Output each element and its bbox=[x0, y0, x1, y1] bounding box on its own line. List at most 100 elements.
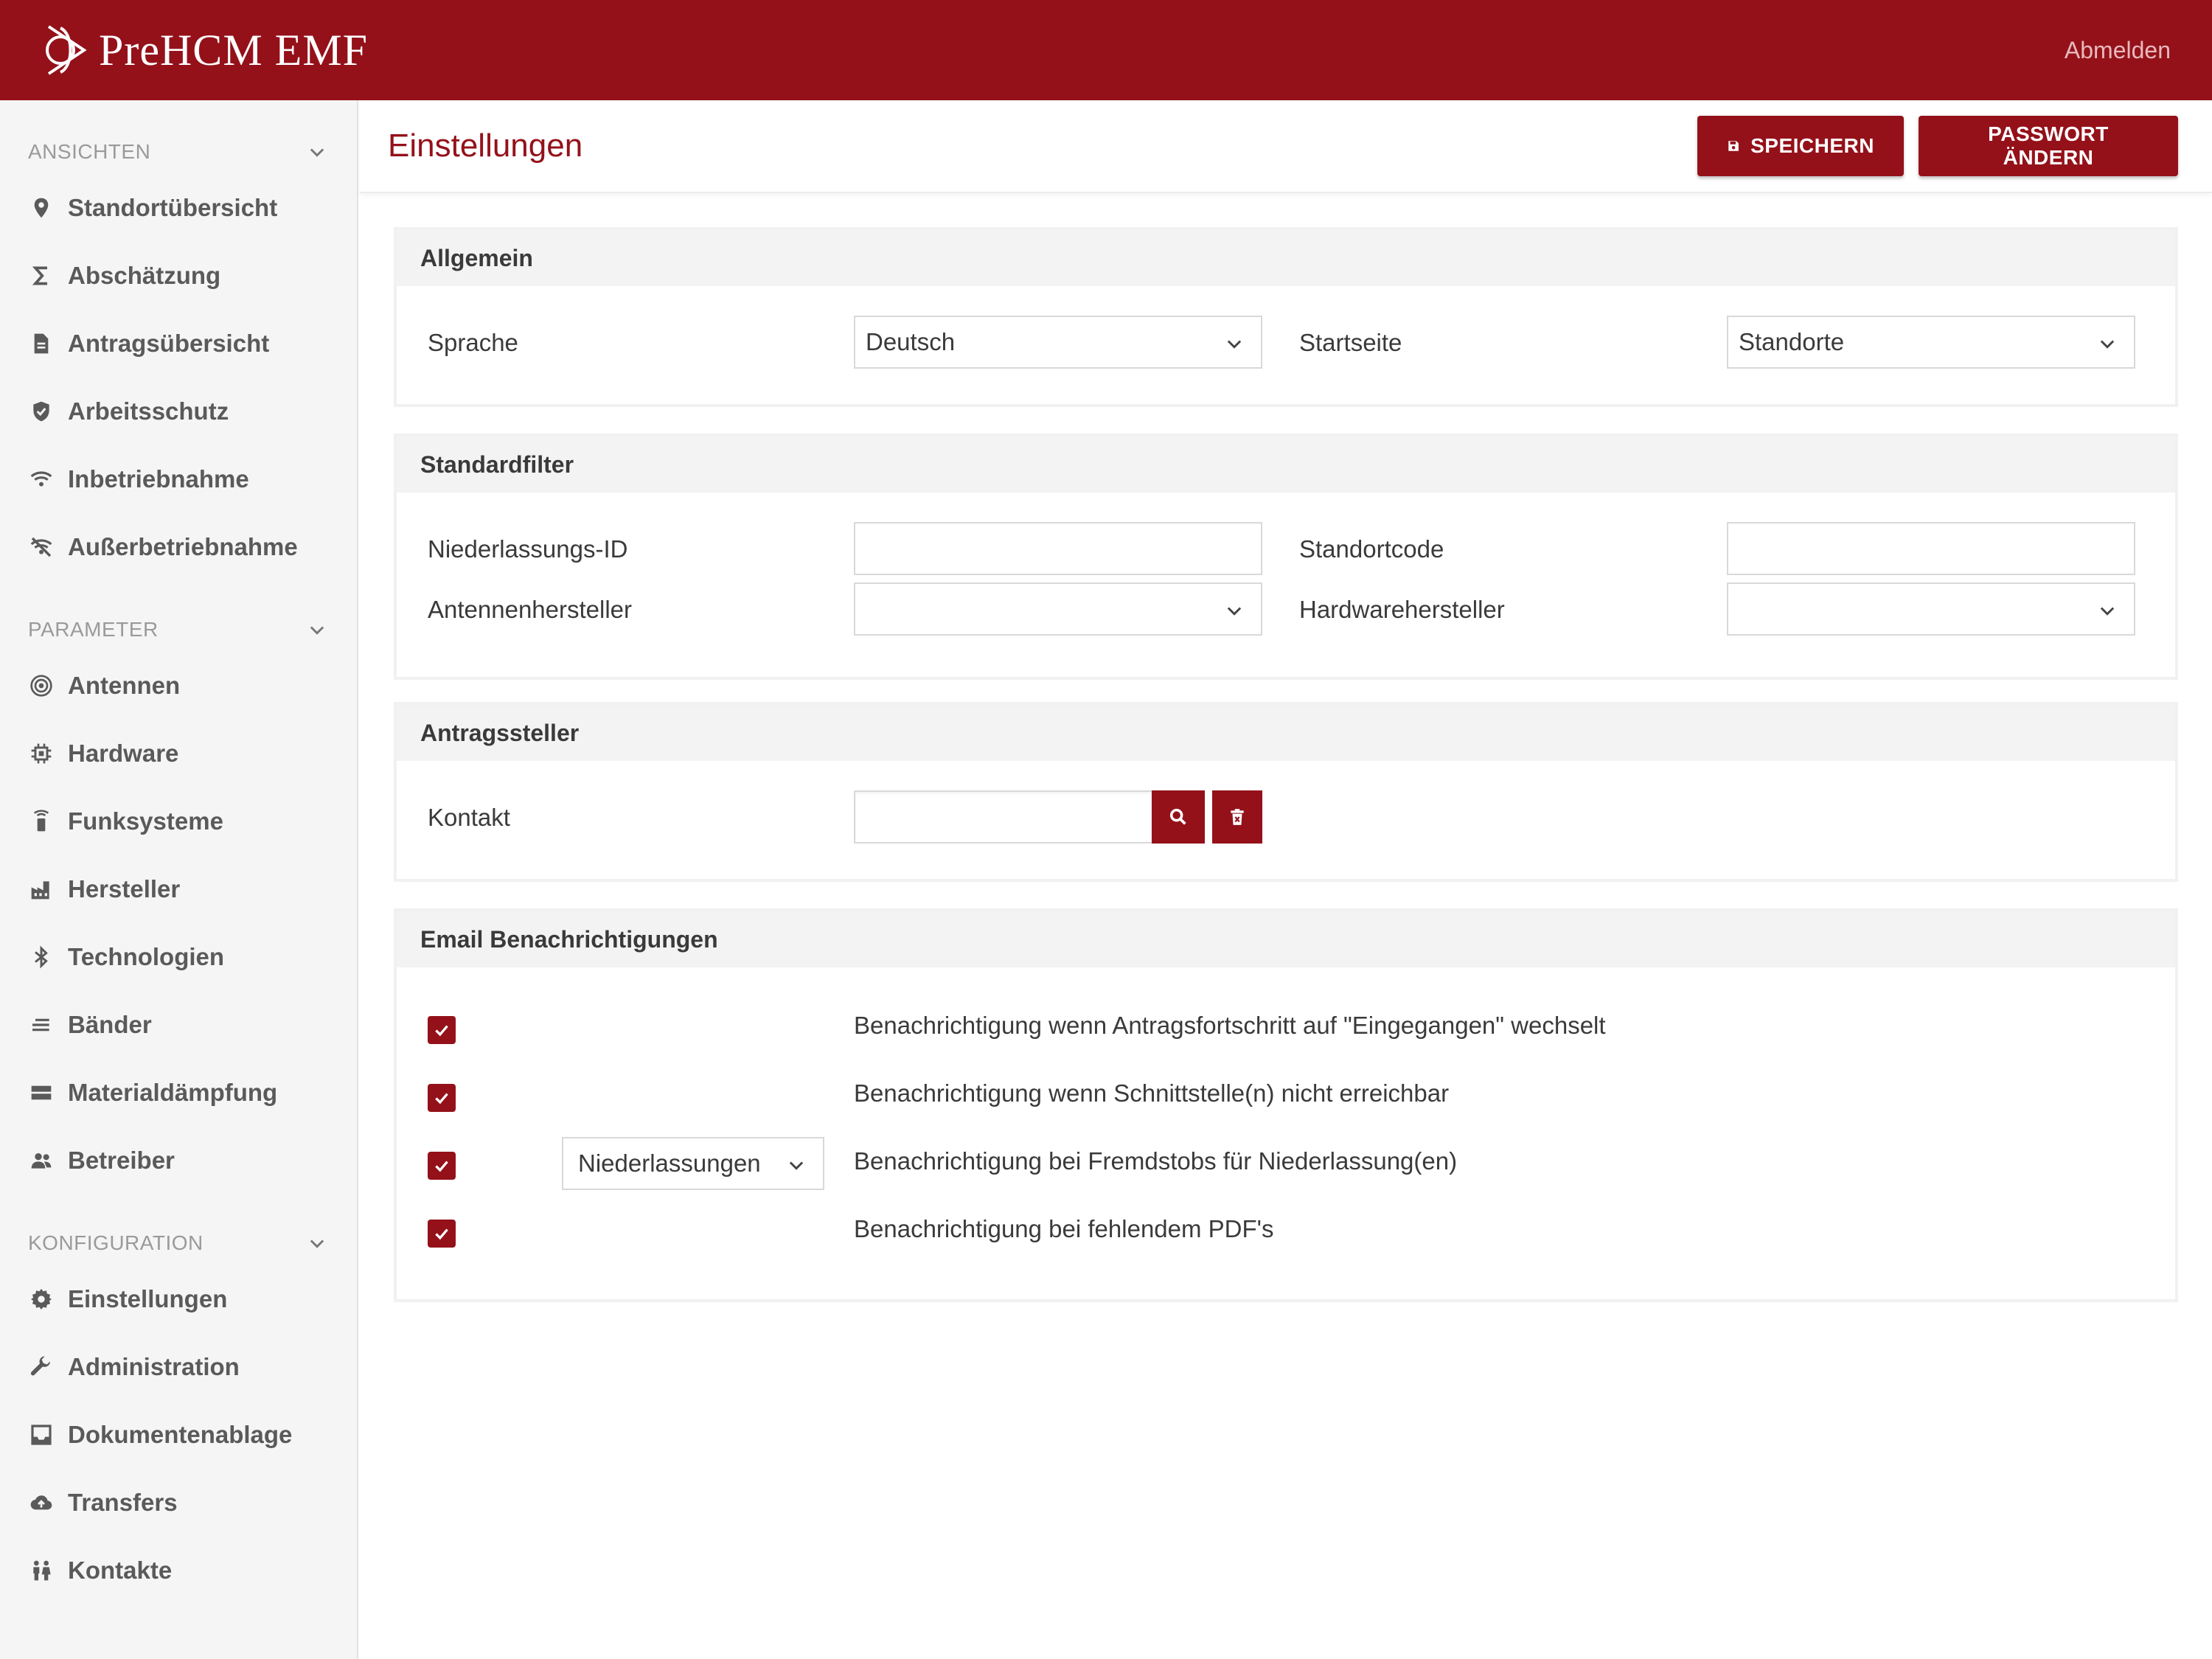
sigma-icon bbox=[32, 266, 47, 285]
sidebar-item-label: Hardware bbox=[68, 740, 179, 767]
antenna-icon bbox=[30, 675, 52, 697]
check-icon bbox=[435, 1161, 448, 1172]
chevron-down-icon bbox=[310, 626, 324, 635]
sidebar-section-parameter[interactable]: PARAMETER bbox=[0, 608, 357, 652]
map-pin-icon bbox=[34, 198, 49, 218]
trash-icon bbox=[1231, 809, 1244, 825]
logout-link[interactable]: Abmelden bbox=[2065, 37, 2171, 64]
sidebar-item-antennen[interactable]: Antennen bbox=[0, 652, 357, 720]
sidebar-section-title: KONFIGURATION bbox=[28, 1231, 204, 1254]
sidebar-item-label: Bänder bbox=[68, 1011, 152, 1038]
sidebar-item-materialdaempfung[interactable]: Materialdämpfung bbox=[0, 1059, 357, 1127]
check-icon bbox=[435, 1228, 448, 1240]
notify-missing-pdf-text: Benachrichtigung bei fehlendem PDF's bbox=[854, 1215, 1274, 1242]
sidebar-item-baender[interactable]: Bänder bbox=[0, 991, 357, 1059]
sidebar-item-antragsuebersicht[interactable]: Antragsübersicht bbox=[0, 310, 357, 378]
branch-select-value: Niederlassungen bbox=[578, 1150, 761, 1177]
startpage-select[interactable]: Standorte bbox=[1727, 316, 2135, 369]
brand-name: PreHCM EMF bbox=[99, 25, 369, 74]
applicant-card-title: Antragssteller bbox=[397, 705, 2175, 761]
people-icon bbox=[31, 1153, 52, 1169]
sidebar-item-dokumentenablage[interactable]: Dokumentenablage bbox=[0, 1401, 357, 1469]
sidebar-item-arbeitsschutz[interactable]: Arbeitsschutz bbox=[0, 378, 357, 445]
wifi-icon bbox=[30, 471, 52, 487]
sidebar-section-title: ANSICHTEN bbox=[28, 140, 151, 163]
chevron-down-icon bbox=[2100, 340, 2115, 349]
page-title: Einstellungen bbox=[388, 128, 583, 164]
sidebar-item-hardware[interactable]: Hardware bbox=[0, 720, 357, 787]
sidebar-item-funksysteme[interactable]: Funksysteme bbox=[0, 787, 357, 855]
contact-label: Kontakt bbox=[428, 804, 510, 831]
sidebar-item-label: Außerbetriebnahme bbox=[68, 533, 298, 560]
sidebar-item-inbetriebnahme[interactable]: Inbetriebnahme bbox=[0, 445, 357, 513]
sidebar-section-ansichten[interactable]: ANSICHTEN bbox=[0, 130, 357, 174]
search-icon bbox=[1169, 808, 1186, 825]
sidebar-item-label: Antennen bbox=[68, 672, 181, 699]
sidebar-item-betreiber[interactable]: Betreiber bbox=[0, 1127, 357, 1194]
sidebar-item-ausserbetriebnahme[interactable]: Außerbetriebnahme bbox=[0, 513, 357, 581]
cloud-upload-icon bbox=[30, 1495, 52, 1510]
sidebar-item-hersteller[interactable]: Hersteller bbox=[0, 855, 357, 923]
notify-foreign-text: Benachrichtigung bei Fremdstobs für Nied… bbox=[854, 1147, 1458, 1175]
notify-interface-text: Benachrichtigung wenn Schnittstelle(n) n… bbox=[854, 1079, 1450, 1107]
save-button[interactable]: SPEICHERN bbox=[1697, 116, 1904, 176]
notify-missing-pdf-checkbox[interactable] bbox=[428, 1220, 456, 1248]
chevron-down-icon bbox=[1227, 607, 1242, 616]
sidebar-item-label: Standortübersicht bbox=[68, 194, 278, 221]
general-card: Allgemein Sprache Deutsch Startseite Sta… bbox=[394, 227, 2178, 407]
change-password-button[interactable]: PASSWORT ÄNDERN bbox=[1919, 116, 2178, 176]
chip-icon bbox=[31, 743, 52, 764]
hardware-manufacturer-select[interactable] bbox=[1727, 582, 2135, 636]
notify-received-checkbox[interactable] bbox=[428, 1016, 456, 1044]
sidebar-item-label: Antragsübersicht bbox=[68, 330, 270, 357]
chevron-down-icon bbox=[310, 1239, 324, 1248]
email-notifications-title: Email Benachrichtigungen bbox=[397, 911, 2175, 967]
applicant-card: Antragssteller Kontakt bbox=[394, 702, 2178, 882]
sidebar: ANSICHTEN Standortübersicht Abschätzung … bbox=[0, 100, 358, 1659]
sidebar-item-einstellungen[interactable]: Einstellungen bbox=[0, 1265, 357, 1333]
notify-interface-checkbox[interactable] bbox=[428, 1084, 456, 1112]
sidebar-item-abschaetzung[interactable]: Abschätzung bbox=[0, 242, 357, 310]
site-code-input[interactable] bbox=[1727, 522, 2135, 575]
sidebar-item-label: Kontakte bbox=[68, 1557, 173, 1584]
sidebar-item-label: Abschätzung bbox=[68, 262, 221, 289]
sidebar-item-transfers[interactable]: Transfers bbox=[0, 1469, 357, 1537]
sidebar-item-label: Betreiber bbox=[68, 1147, 175, 1174]
general-card-title: Allgemein bbox=[397, 230, 2175, 286]
sidebar-item-administration[interactable]: Administration bbox=[0, 1333, 357, 1401]
sidebar-item-standortuebersicht[interactable]: Standortübersicht bbox=[0, 174, 357, 242]
save-button-label: SPEICHERN bbox=[1750, 134, 1874, 157]
sidebar-item-label: Arbeitsschutz bbox=[68, 397, 229, 425]
sidebar-item-label: Einstellungen bbox=[68, 1285, 228, 1312]
contact-input[interactable] bbox=[854, 790, 1153, 844]
sidebar-section-konfiguration[interactable]: KONFIGURATION bbox=[0, 1221, 357, 1265]
brand-logo-icon bbox=[46, 25, 87, 75]
startpage-select-value: Standorte bbox=[1739, 328, 1845, 355]
sidebar-item-kontakte[interactable]: Kontakte bbox=[0, 1537, 357, 1604]
sidebar-item-label: Administration bbox=[68, 1353, 240, 1380]
sidebar-item-technologien[interactable]: Technologien bbox=[0, 923, 357, 991]
page-header: Einstellungen SPEICHERN PASSWORT ÄNDERN bbox=[360, 100, 2212, 193]
wrench-icon bbox=[30, 1356, 50, 1376]
factory-icon bbox=[31, 881, 49, 900]
wifi-off-icon bbox=[30, 537, 52, 557]
branch-id-label: Niederlassungs-ID bbox=[428, 535, 628, 563]
language-select[interactable]: Deutsch bbox=[854, 316, 1262, 369]
chevron-down-icon bbox=[310, 148, 324, 157]
branch-select[interactable]: Niederlassungen bbox=[562, 1137, 824, 1190]
inbox-icon bbox=[31, 1425, 52, 1445]
sidebar-item-label: Materialdämpfung bbox=[68, 1079, 278, 1106]
notify-received-text: Benachrichtigung wenn Antragsfortschritt… bbox=[854, 1012, 1606, 1039]
sidebar-item-label: Hersteller bbox=[68, 875, 181, 902]
brand-logo[interactable]: PreHCM EMF bbox=[41, 21, 368, 80]
antenna-manufacturer-select[interactable] bbox=[854, 582, 1262, 636]
contact-search-button[interactable] bbox=[1152, 790, 1205, 844]
sidebar-item-label: Dokumentenablage bbox=[68, 1421, 293, 1448]
branch-id-input[interactable] bbox=[854, 522, 1262, 575]
notify-foreign-checkbox[interactable] bbox=[428, 1152, 456, 1180]
sidebar-item-label: Inbetriebnahme bbox=[68, 465, 249, 493]
radio-tower-icon bbox=[33, 810, 49, 832]
contact-clear-button[interactable] bbox=[1212, 790, 1262, 844]
